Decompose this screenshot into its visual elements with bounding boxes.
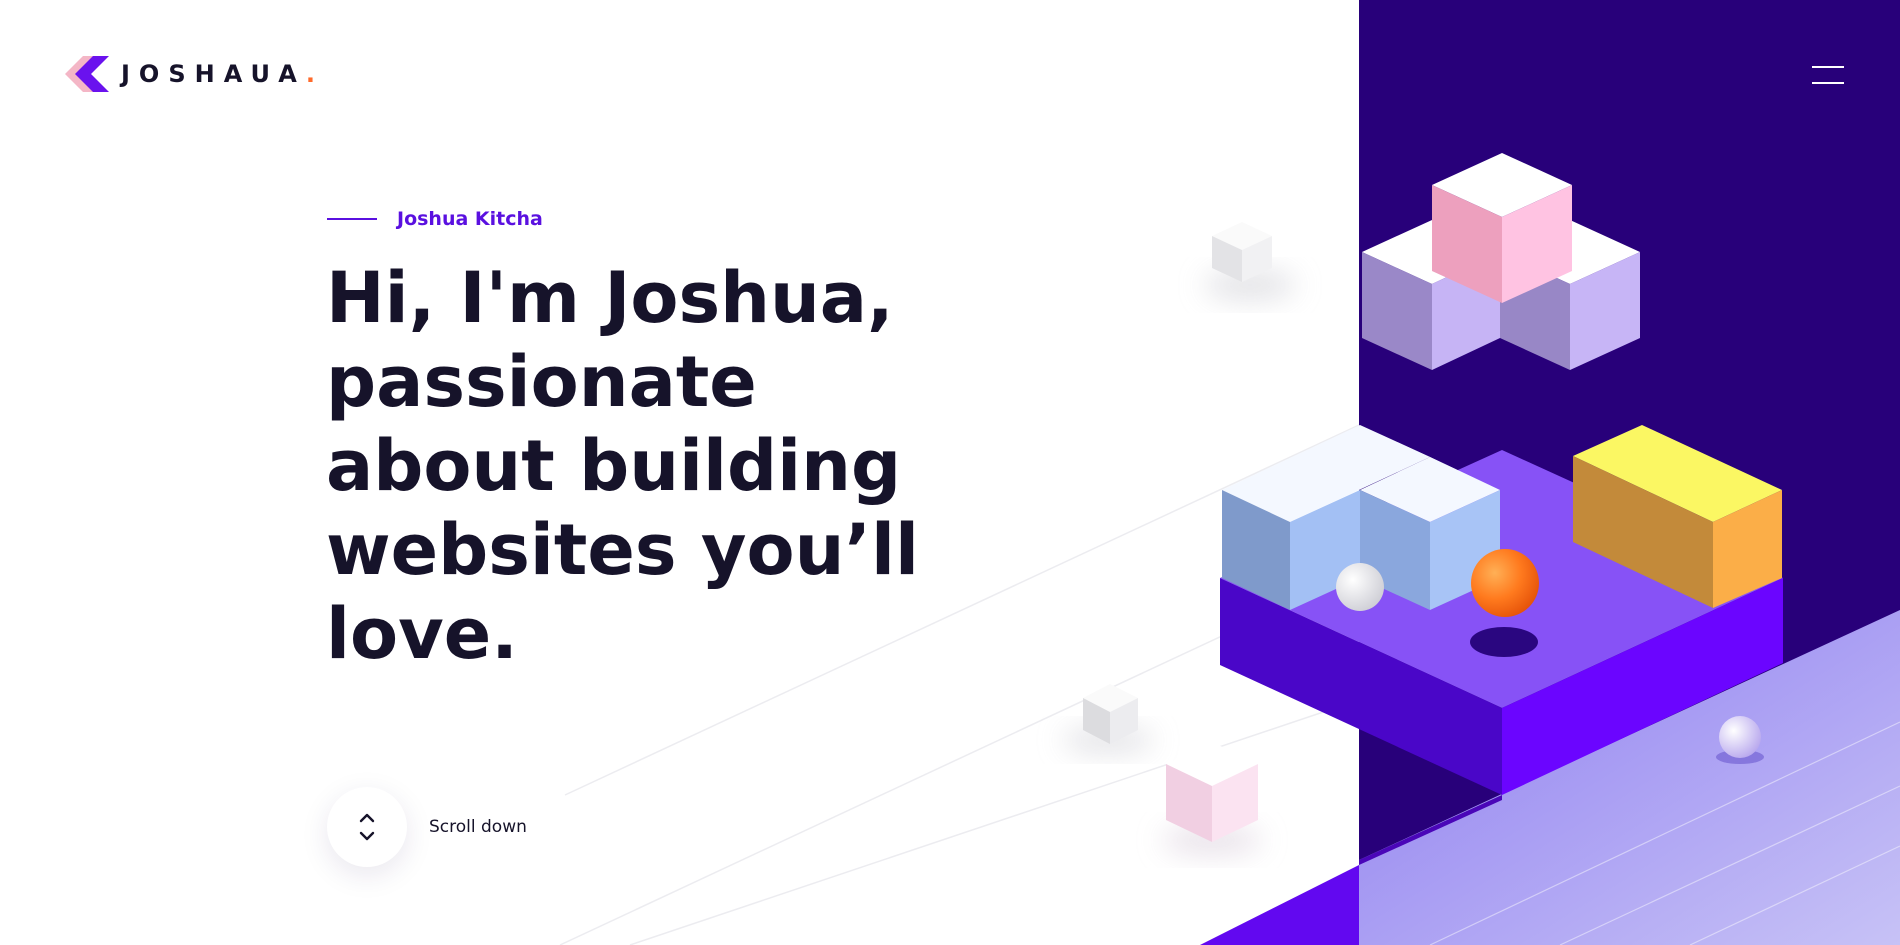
eyebrow-line (327, 218, 377, 220)
eyebrow-name: Joshua Kitcha (397, 208, 543, 230)
ball-shadow (1470, 627, 1538, 657)
scroll-down-label: Scroll down (429, 817, 527, 837)
hamburger-menu-icon[interactable] (1812, 64, 1846, 86)
page: JOSHAUA. Joshua Kitcha Hi, I'm Joshua, p… (0, 0, 1900, 945)
chevron-logo-icon (65, 56, 109, 92)
hero-title-line: love. (326, 593, 518, 675)
orange-ball (1471, 549, 1539, 617)
white-ball (1336, 563, 1384, 611)
hero-eyebrow: Joshua Kitcha (327, 208, 543, 230)
brand-logo[interactable]: JOSHAUA. (63, 56, 315, 92)
platform-bottom-left-slab (1200, 865, 1359, 945)
isometric-scene-illustration (559, 153, 1900, 945)
scroll-arrows-icon (359, 813, 375, 841)
hero-title-line: about building (326, 425, 902, 507)
brand-dot: . (305, 60, 315, 88)
hero-title-line: Hi, I'm Joshua, (326, 257, 894, 339)
brand-name: JOSHAUA. (121, 60, 315, 88)
lilac-ball (1719, 716, 1761, 758)
hero-title: Hi, I'm Joshua, passionate about buildin… (326, 256, 946, 676)
hero-title-line: passionate (326, 341, 757, 423)
hero-title-line: websites you’ll (326, 509, 920, 591)
scroll-down-button[interactable]: Scroll down (327, 787, 527, 867)
scroll-circle[interactable] (327, 787, 407, 867)
